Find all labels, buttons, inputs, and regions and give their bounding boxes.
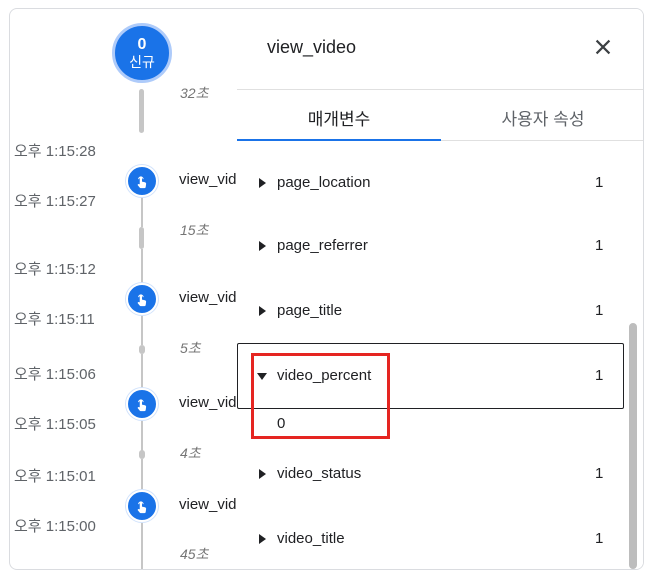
event-time-start: 오후 1:15:01: [14, 468, 96, 485]
param-row-page-location[interactable]: page_location 1: [237, 164, 623, 204]
new-events-count: 0: [137, 36, 147, 53]
event-name[interactable]: view_video: [179, 394, 237, 411]
expand-arrow-icon: [259, 241, 266, 251]
expand-arrow-icon: [259, 534, 266, 544]
param-row-page-referrer[interactable]: page_referrer 1: [237, 227, 623, 267]
highlight-annotation: [251, 353, 390, 439]
event-time-start: 오후 1:15:12: [14, 261, 96, 278]
event-time-end: 오후 1:15:27: [14, 193, 96, 210]
param-count: 1: [595, 237, 604, 254]
param-name: video_status: [277, 465, 362, 482]
panel-title: view_video: [267, 37, 357, 57]
event-name[interactable]: view_video: [179, 171, 237, 188]
event-time-end: 오후 1:15:11: [14, 311, 95, 328]
timeline-connector: [141, 354, 143, 388]
event-time-start: 오후 1:15:28: [14, 143, 96, 160]
timeline-connector: [141, 523, 143, 569]
new-events-badge[interactable]: 0 신규: [112, 23, 172, 83]
event-time-end: 오후 1:15:05: [14, 416, 96, 433]
param-count: 1: [595, 302, 604, 319]
timeline-connector: [139, 450, 145, 459]
tab-user-properties[interactable]: 사용자 속성: [441, 105, 643, 141]
close-button[interactable]: [589, 33, 617, 61]
param-name: page_location: [277, 174, 371, 191]
param-name: video_title: [277, 530, 345, 547]
param-name: page_title: [277, 302, 343, 319]
timeline-connector: [141, 197, 143, 227]
timeline-connector: [141, 249, 143, 284]
timeline-gap: 45초: [180, 546, 209, 562]
event-time-start: 오후 1:15:06: [14, 366, 96, 383]
timeline-connector: [141, 459, 143, 489]
timeline-gap: 4초: [180, 445, 201, 461]
panel-tabs: 매개변수 사용자 속성: [237, 105, 643, 141]
timeline-connector: [139, 227, 144, 249]
touch-icon[interactable]: [126, 490, 158, 522]
timeline-gap: 5초: [180, 340, 201, 356]
timeline-connector: [141, 421, 143, 451]
touch-icon[interactable]: [126, 165, 158, 197]
expand-arrow-icon: [259, 178, 266, 188]
param-count: 1: [595, 530, 604, 547]
expand-arrow-icon: [259, 306, 266, 316]
event-time-end: 오후 1:15:00: [14, 518, 96, 535]
param-row-page-title[interactable]: page_title 1: [237, 292, 623, 332]
touch-icon[interactable]: [126, 283, 158, 315]
new-events-label: 신규: [129, 54, 155, 70]
expand-arrow-icon: [259, 469, 266, 479]
param-count: 1: [595, 465, 604, 482]
event-detail-panel: view_video 매개변수 사용자 속성 page_location 1 p…: [237, 9, 643, 569]
param-row-video-status[interactable]: video_status 1: [237, 455, 623, 495]
param-row-video-title[interactable]: video_title 1: [237, 520, 623, 560]
event-name[interactable]: view_video: [179, 289, 237, 306]
param-count: 1: [595, 367, 604, 384]
touch-icon[interactable]: [126, 388, 158, 420]
debug-view-card: 0 신규 32초 15초 5초 4초 45초 오후 1:15:28 오후 1:1…: [9, 8, 644, 570]
timeline-connector: [139, 345, 145, 354]
timeline-connector: [141, 315, 143, 345]
timeline-connector: [139, 89, 144, 133]
tab-parameters[interactable]: 매개변수: [237, 105, 441, 141]
param-name: page_referrer: [277, 237, 368, 254]
close-icon: [595, 39, 611, 55]
param-count: 1: [595, 174, 604, 191]
event-name[interactable]: view_video: [179, 496, 237, 513]
timeline-gap: 15초: [180, 222, 209, 238]
scrollbar[interactable]: [629, 323, 637, 569]
panel-divider: [237, 89, 643, 90]
timeline-gap: 32초: [180, 85, 209, 101]
